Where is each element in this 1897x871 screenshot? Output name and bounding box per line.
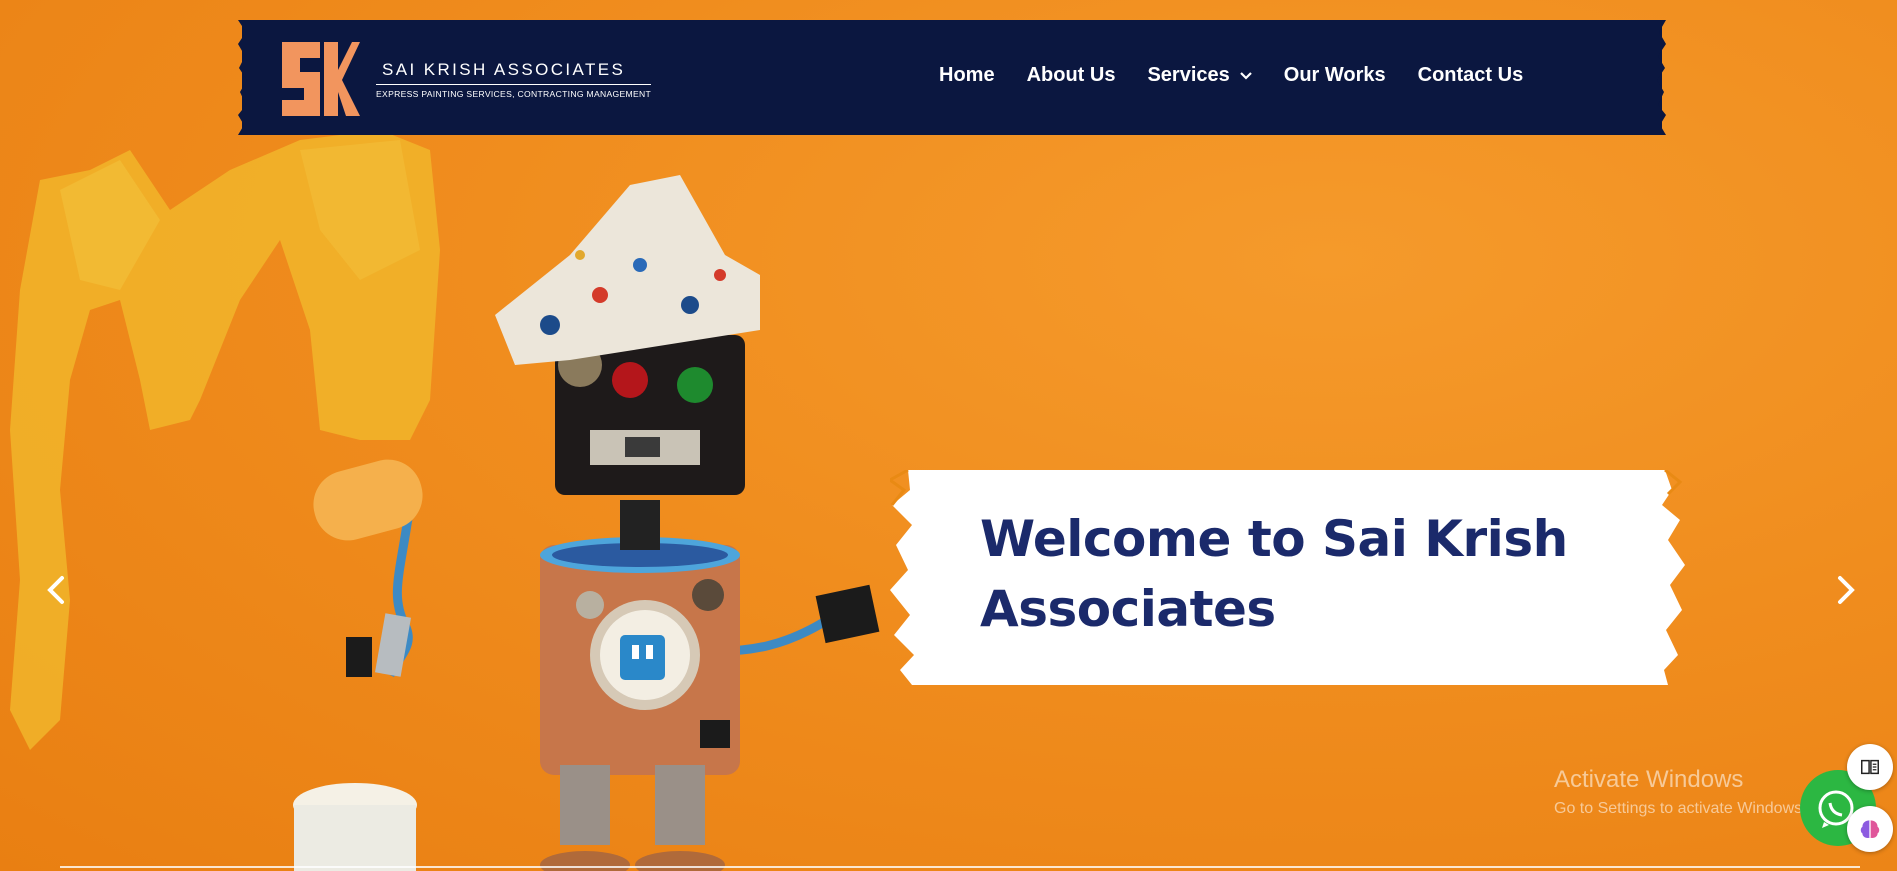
hero-heading: Welcome to Sai Krish Associates bbox=[980, 510, 1568, 638]
nav-contact-us[interactable]: Contact Us bbox=[1418, 64, 1524, 87]
watermark-subtitle: Go to Settings to activate Windows. bbox=[1554, 800, 1807, 817]
brand-name: SAI KRISH ASSOCIATES bbox=[376, 60, 652, 85]
nav-home[interactable]: Home bbox=[939, 64, 995, 87]
reader-mode-button[interactable] bbox=[1847, 744, 1893, 790]
torn-edge-right bbox=[1644, 20, 1666, 135]
assistant-button[interactable] bbox=[1847, 806, 1893, 852]
chevron-left-icon[interactable] bbox=[42, 570, 72, 610]
nav-services[interactable]: Services bbox=[1147, 64, 1252, 87]
watermark-title: Activate Windows bbox=[1554, 766, 1744, 793]
welcome-card: Welcome to Sai Krish Associates bbox=[890, 470, 1685, 685]
main-navigation: Home About Us Services Our Works Contact… bbox=[939, 64, 1555, 87]
sk-logo-icon bbox=[282, 42, 360, 116]
book-icon bbox=[1861, 759, 1879, 775]
site-header: SAI KRISH ASSOCIATES EXPRESS PAINTING SE… bbox=[238, 20, 1666, 135]
nav-our-works[interactable]: Our Works bbox=[1284, 64, 1386, 87]
nav-about-label: About Us bbox=[1026, 64, 1116, 86]
brain-icon bbox=[1860, 820, 1880, 838]
torn-edge-left bbox=[238, 20, 260, 135]
activate-windows-watermark: Activate Windows Go to Settings to activ… bbox=[1554, 766, 1807, 818]
chevron-down-icon bbox=[1239, 71, 1252, 80]
brand-logo[interactable]: SAI KRISH ASSOCIATES EXPRESS PAINTING SE… bbox=[280, 40, 652, 118]
nav-works-label: Our Works bbox=[1283, 64, 1386, 86]
nav-services-label: Services bbox=[1147, 64, 1230, 86]
brand-tagline: EXPRESS PAINTING SERVICES, CONTRACTING M… bbox=[376, 88, 652, 99]
chevron-right-icon[interactable] bbox=[1830, 570, 1860, 610]
nav-home-label: Home bbox=[939, 64, 995, 86]
nav-contact-label: Contact Us bbox=[1417, 64, 1524, 86]
slider-bottom-edge bbox=[60, 866, 1860, 868]
nav-about-us[interactable]: About Us bbox=[1027, 64, 1116, 87]
robot-painter-illustration bbox=[293, 175, 880, 871]
